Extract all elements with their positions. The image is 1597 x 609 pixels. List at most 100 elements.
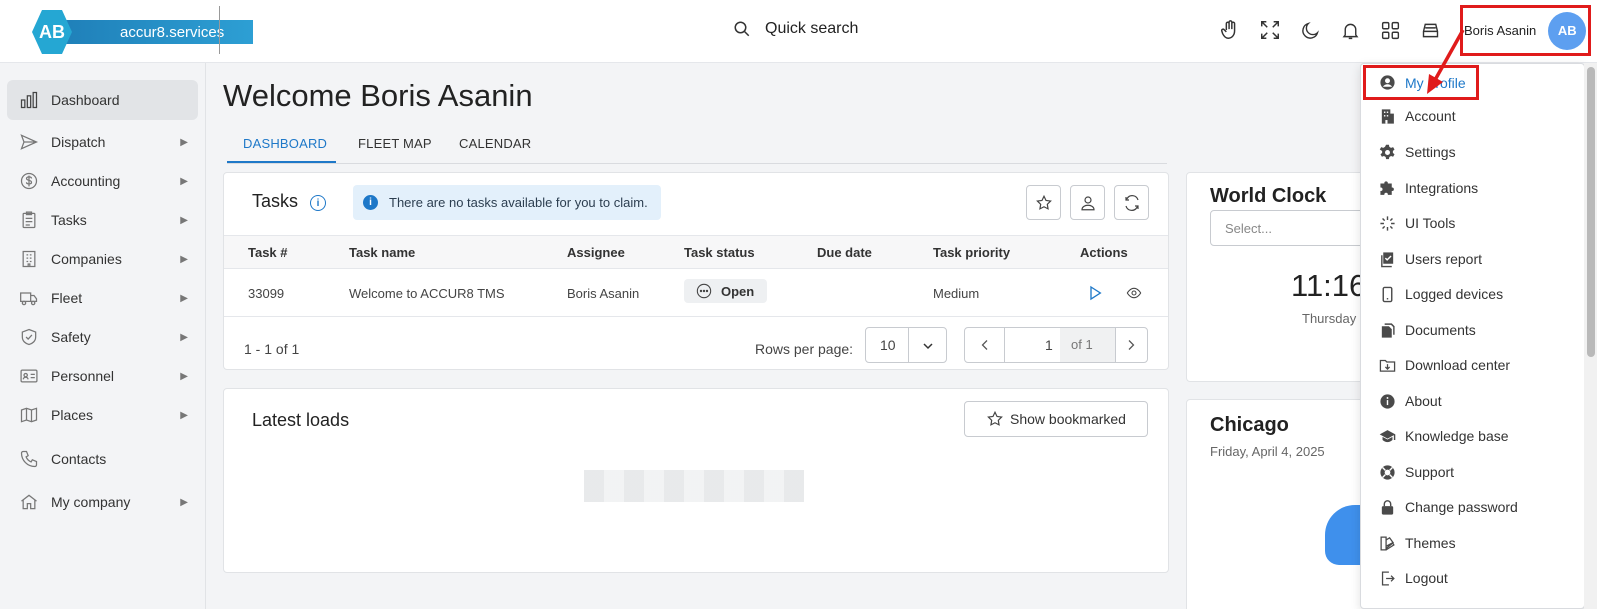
building-icon xyxy=(17,247,41,271)
sidebar-item-contacts[interactable]: Contacts xyxy=(7,439,198,479)
menu-item-support[interactable]: Support xyxy=(1361,455,1576,489)
menu-item-download-center[interactable]: Download center xyxy=(1361,348,1576,382)
office-building-icon xyxy=(1378,107,1396,125)
menu-item-themes[interactable]: Themes xyxy=(1361,526,1576,560)
world-clock-title: World Clock xyxy=(1210,185,1327,207)
logo-hex-icon: AB xyxy=(32,10,72,54)
task-name: Welcome to ACCUR8 TMS xyxy=(349,286,505,301)
sidebar-item-dispatch[interactable]: Dispatch ▶ xyxy=(7,122,198,162)
task-assignee: Boris Asanin xyxy=(567,286,640,301)
sidebar-item-companies[interactable]: Companies ▶ xyxy=(7,239,198,279)
favorite-tasks-button[interactable] xyxy=(1026,185,1061,220)
menu-item-integrations[interactable]: Integrations xyxy=(1361,171,1576,205)
quick-search-label: Quick search xyxy=(765,20,859,37)
tab-fleet-map[interactable]: FLEET MAP xyxy=(358,136,432,151)
sidebar-item-places[interactable]: Places ▶ xyxy=(7,395,198,435)
star-icon xyxy=(1035,194,1053,212)
menu-item-logout[interactable]: Logout xyxy=(1361,561,1576,595)
no-tasks-alert: i There are no tasks available for you t… xyxy=(353,185,661,220)
menu-item-label: UI Tools xyxy=(1405,215,1456,231)
rows-per-page-select[interactable]: 10 xyxy=(865,327,947,363)
notifications-icon[interactable] xyxy=(1338,18,1362,42)
alert-text: There are no tasks available for you to … xyxy=(389,195,648,210)
avatar[interactable]: AB xyxy=(1548,11,1587,50)
page-navigator: 1 of 1 xyxy=(964,327,1148,363)
column-header[interactable]: Assignee xyxy=(567,245,625,260)
menu-item-change-password[interactable]: Change password xyxy=(1361,490,1576,524)
scrollbar-thumb[interactable] xyxy=(1587,67,1595,357)
menu-item-logged-devices[interactable]: Logged devices xyxy=(1361,277,1576,311)
user-icon xyxy=(1079,194,1097,212)
menu-item-label: Change password xyxy=(1405,499,1518,515)
menu-item-account[interactable]: Account xyxy=(1361,99,1576,133)
sidebar-item-personnel[interactable]: Personnel ▶ xyxy=(7,356,198,396)
page-number-input[interactable]: 1 xyxy=(1045,337,1053,353)
star-icon xyxy=(986,410,1004,428)
clock-day: Thursday xyxy=(1302,311,1357,326)
phone-icon xyxy=(17,447,41,471)
info-circle-icon xyxy=(1378,392,1396,410)
weather-city: Chicago xyxy=(1210,414,1289,436)
active-tab-indicator xyxy=(227,161,336,163)
play-icon[interactable] xyxy=(1087,285,1103,301)
hand-icon[interactable] xyxy=(1218,18,1242,42)
info-circle-icon: i xyxy=(363,195,378,210)
fullscreen-icon[interactable] xyxy=(1258,18,1282,42)
refresh-icon xyxy=(1123,194,1141,212)
tab-calendar[interactable]: CALENDAR xyxy=(459,136,531,151)
column-header[interactable]: Task # xyxy=(248,245,288,260)
menu-item-settings[interactable]: Settings xyxy=(1361,135,1576,169)
submenu-arrow-icon: ▶ xyxy=(180,292,188,304)
refresh-tasks-button[interactable] xyxy=(1114,185,1149,220)
search-icon xyxy=(733,20,751,38)
submenu-arrow-icon: ▶ xyxy=(180,253,188,265)
menu-item-knowledge-base[interactable]: Knowledge base xyxy=(1361,419,1576,453)
column-header: Actions xyxy=(1080,245,1128,260)
sidebar-item-my-company[interactable]: My company ▶ xyxy=(7,482,198,522)
menu-item-about[interactable]: About xyxy=(1361,384,1576,418)
chevron-right-icon[interactable] xyxy=(1125,339,1137,351)
menu-item-label: Knowledge base xyxy=(1405,428,1509,444)
quick-search[interactable]: Quick search xyxy=(733,20,858,38)
world-clock-card: World Clock Select... 11:16 Thursday xyxy=(1186,172,1376,382)
sidebar-item-label: Accounting xyxy=(51,173,121,189)
info-icon[interactable]: i xyxy=(310,195,326,211)
clipboard-icon xyxy=(17,208,41,232)
menu-item-users-report[interactable]: Users report xyxy=(1361,242,1576,276)
task-number: 33099 xyxy=(248,286,285,301)
sidebar-item-fleet[interactable]: Fleet ▶ xyxy=(7,278,198,318)
menu-item-label: Support xyxy=(1405,464,1455,480)
table-row[interactable]: 33099 Welcome to ACCUR8 TMS Boris Asanin… xyxy=(224,269,1168,317)
weather-date: Friday, April 4, 2025 xyxy=(1210,444,1325,459)
submenu-arrow-icon: ▶ xyxy=(180,409,188,421)
eye-icon[interactable] xyxy=(1124,285,1144,301)
app-logo[interactable]: accur8.services AB xyxy=(32,8,253,56)
show-bookmarked-button[interactable]: Show bookmarked xyxy=(964,401,1148,437)
menu-item-label: About xyxy=(1405,393,1442,409)
column-header[interactable]: Task status xyxy=(684,245,755,260)
sidebar-item-dashboard[interactable]: Dashboard xyxy=(7,80,198,120)
dark-mode-icon[interactable] xyxy=(1298,18,1322,42)
page-of-text: of 1 xyxy=(1071,337,1093,352)
lock-icon xyxy=(1378,498,1396,516)
menu-item-documents[interactable]: Documents xyxy=(1361,313,1576,347)
timezone-select[interactable]: Select... xyxy=(1210,210,1376,246)
column-header[interactable]: Due date xyxy=(817,245,872,260)
tab-dashboard[interactable]: DASHBOARD xyxy=(243,136,327,151)
page-scrollbar[interactable] xyxy=(1584,63,1597,609)
sidebar-item-tasks[interactable]: Tasks ▶ xyxy=(7,200,198,240)
sidebar-item-safety[interactable]: Safety ▶ xyxy=(7,317,198,357)
pagination-range: 1 - 1 of 1 xyxy=(244,341,300,357)
column-header[interactable]: Task priority xyxy=(933,245,1010,260)
select-divider xyxy=(908,328,909,362)
user-menu-trigger[interactable]: Boris Asanin AB xyxy=(1460,5,1591,56)
rows-per-page-value: 10 xyxy=(880,337,896,353)
chevron-left-icon[interactable] xyxy=(979,339,991,351)
column-header[interactable]: Task name xyxy=(349,245,415,260)
gear-icon xyxy=(1378,143,1396,161)
menu-item-ui-tools[interactable]: UI Tools xyxy=(1361,206,1576,240)
sidebar-item-accounting[interactable]: Accounting ▶ xyxy=(7,161,198,201)
my-tasks-button[interactable] xyxy=(1070,185,1105,220)
truck-icon xyxy=(17,286,41,310)
apps-grid-icon[interactable] xyxy=(1378,18,1402,42)
